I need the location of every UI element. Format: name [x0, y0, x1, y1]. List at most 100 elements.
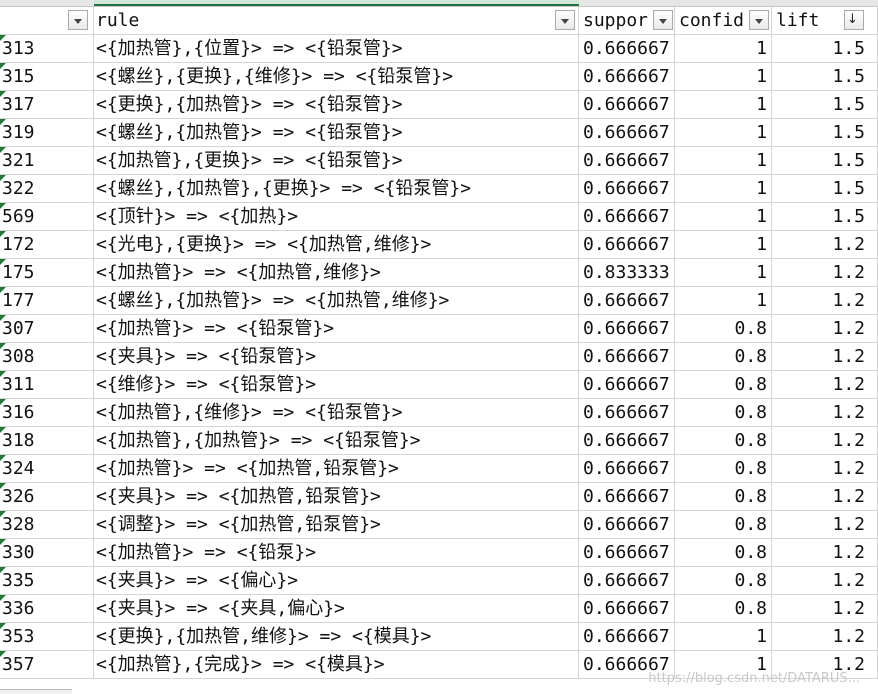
lift-cell[interactable]: 1.5 — [772, 91, 878, 119]
rule-cell[interactable]: <{加热管},{更换}> => <{铅泵管}> — [94, 147, 579, 175]
filter-dropdown-a[interactable] — [68, 10, 88, 30]
rule-cell[interactable]: <{顶针}> => <{加热}> — [94, 203, 579, 231]
lift-cell[interactable]: 1.2 — [772, 595, 878, 623]
rule-cell[interactable]: <{螺丝},{加热管}> => <{加热管,维修}> — [94, 287, 579, 315]
confidence-cell[interactable]: 0.8 — [675, 483, 772, 511]
lift-cell[interactable]: 1.2 — [772, 483, 878, 511]
rule-cell[interactable]: <{更换},{加热管,维修}> => <{模具}> — [94, 623, 579, 651]
row-id-cell[interactable]: 317 — [0, 91, 94, 119]
confidence-cell[interactable]: 1 — [675, 287, 772, 315]
filter-dropdown-support[interactable] — [653, 10, 673, 30]
confidence-cell[interactable]: 0.8 — [675, 427, 772, 455]
confidence-cell[interactable]: 1 — [675, 623, 772, 651]
rule-cell[interactable]: <{加热管}> => <{铅泵}> — [94, 539, 579, 567]
header-cell-lift[interactable]: lift ↓ — [772, 7, 878, 35]
support-cell[interactable]: 0.666667 — [579, 539, 675, 567]
lift-cell[interactable]: 1.2 — [772, 343, 878, 371]
confidence-cell[interactable]: 0.8 — [675, 539, 772, 567]
row-id-cell[interactable]: 308 — [0, 343, 94, 371]
rule-cell[interactable]: <{光电},{更换}> => <{加热管,维修}> — [94, 231, 579, 259]
rule-cell[interactable]: <{夹具}> => <{加热管,铅泵管}> — [94, 483, 579, 511]
support-cell[interactable]: 0.666667 — [579, 203, 675, 231]
lift-cell[interactable]: 1.2 — [772, 511, 878, 539]
lift-cell[interactable]: 1.2 — [772, 315, 878, 343]
confidence-cell[interactable]: 0.8 — [675, 315, 772, 343]
lift-cell[interactable]: 1.5 — [772, 147, 878, 175]
lift-cell[interactable]: 1.2 — [772, 399, 878, 427]
confidence-cell[interactable]: 0.8 — [675, 343, 772, 371]
support-cell[interactable]: 0.666667 — [579, 175, 675, 203]
row-id-cell[interactable]: 318 — [0, 427, 94, 455]
row-id-cell[interactable]: 353 — [0, 623, 94, 651]
confidence-cell[interactable]: 0.8 — [675, 595, 772, 623]
rule-cell[interactable]: <{夹具}> => <{铅泵管}> — [94, 343, 579, 371]
confidence-cell[interactable]: 0.8 — [675, 511, 772, 539]
lift-cell[interactable]: 1.5 — [772, 119, 878, 147]
confidence-cell[interactable]: 1 — [675, 231, 772, 259]
rule-cell[interactable]: <{螺丝},{加热管},{更换}> => <{铅泵管}> — [94, 175, 579, 203]
confidence-cell[interactable]: 1 — [675, 147, 772, 175]
support-cell[interactable]: 0.666667 — [579, 35, 675, 63]
header-cell-a[interactable] — [0, 7, 94, 35]
rule-cell[interactable]: <{加热管},{完成}> => <{模具}> — [94, 651, 579, 679]
support-cell[interactable]: 0.666667 — [579, 595, 675, 623]
sort-descending-button[interactable]: ↓ — [844, 10, 864, 30]
rule-cell[interactable]: <{加热管},{加热管}> => <{铅泵管}> — [94, 427, 579, 455]
row-id-cell[interactable]: 177 — [0, 287, 94, 315]
support-cell[interactable]: 0.666667 — [579, 511, 675, 539]
filter-dropdown-confidence[interactable] — [749, 10, 769, 30]
row-id-cell[interactable]: 313 — [0, 35, 94, 63]
row-id-cell[interactable]: 321 — [0, 147, 94, 175]
confidence-cell[interactable]: 0.8 — [675, 371, 772, 399]
support-cell[interactable]: 0.666667 — [579, 399, 675, 427]
rule-cell[interactable]: <{加热管}> => <{加热管,维修}> — [94, 259, 579, 287]
row-id-cell[interactable]: 328 — [0, 511, 94, 539]
confidence-cell[interactable]: 1 — [675, 91, 772, 119]
lift-cell[interactable]: 1.5 — [772, 203, 878, 231]
row-id-cell[interactable]: 326 — [0, 483, 94, 511]
row-id-cell[interactable]: 357 — [0, 651, 94, 679]
confidence-cell[interactable]: 0.8 — [675, 399, 772, 427]
support-cell[interactable]: 0.666667 — [579, 343, 675, 371]
rule-cell[interactable]: <{加热管}> => <{铅泵管}> — [94, 315, 579, 343]
lift-cell[interactable]: 1.5 — [772, 175, 878, 203]
lift-cell[interactable]: 1.2 — [772, 567, 878, 595]
lift-cell[interactable]: 1.2 — [772, 371, 878, 399]
rule-cell[interactable]: <{夹具}> => <{夹具,偏心}> — [94, 595, 579, 623]
row-id-cell[interactable]: 307 — [0, 315, 94, 343]
row-id-cell[interactable]: 569 — [0, 203, 94, 231]
horizontal-scrollbar[interactable] — [0, 689, 72, 694]
rule-cell[interactable]: <{更换},{加热管}> => <{铅泵管}> — [94, 91, 579, 119]
support-cell[interactable]: 0.666667 — [579, 483, 675, 511]
rule-cell[interactable]: <{调整}> => <{加热管,铅泵管}> — [94, 511, 579, 539]
confidence-cell[interactable]: 1 — [675, 119, 772, 147]
support-cell[interactable]: 0.833333 — [579, 259, 675, 287]
row-id-cell[interactable]: 172 — [0, 231, 94, 259]
rule-cell[interactable]: <{螺丝},{更换},{维修}> => <{铅泵管}> — [94, 63, 579, 91]
support-cell[interactable]: 0.666667 — [579, 371, 675, 399]
support-cell[interactable]: 0.666667 — [579, 91, 675, 119]
support-cell[interactable]: 0.666667 — [579, 231, 675, 259]
rule-cell[interactable]: <{加热管}> => <{加热管,铅泵管}> — [94, 455, 579, 483]
row-id-cell[interactable]: 319 — [0, 119, 94, 147]
confidence-cell[interactable]: 1 — [675, 63, 772, 91]
confidence-cell[interactable]: 0.8 — [675, 567, 772, 595]
row-id-cell[interactable]: 315 — [0, 63, 94, 91]
row-id-cell[interactable]: 335 — [0, 567, 94, 595]
rule-cell[interactable]: <{螺丝},{加热管}> => <{铅泵管}> — [94, 119, 579, 147]
support-cell[interactable]: 0.666667 — [579, 567, 675, 595]
confidence-cell[interactable]: 0.8 — [675, 455, 772, 483]
support-cell[interactable]: 0.666667 — [579, 315, 675, 343]
lift-cell[interactable]: 1.2 — [772, 259, 878, 287]
confidence-cell[interactable]: 1 — [675, 259, 772, 287]
lift-cell[interactable]: 1.2 — [772, 623, 878, 651]
row-id-cell[interactable]: 311 — [0, 371, 94, 399]
confidence-cell[interactable]: 1 — [675, 203, 772, 231]
confidence-cell[interactable]: 1 — [675, 35, 772, 63]
row-id-cell[interactable]: 175 — [0, 259, 94, 287]
row-id-cell[interactable]: 322 — [0, 175, 94, 203]
lift-cell[interactable]: 1.2 — [772, 427, 878, 455]
row-id-cell[interactable]: 316 — [0, 399, 94, 427]
lift-cell[interactable]: 1.5 — [772, 63, 878, 91]
header-cell-rule[interactable]: rule — [94, 7, 579, 35]
